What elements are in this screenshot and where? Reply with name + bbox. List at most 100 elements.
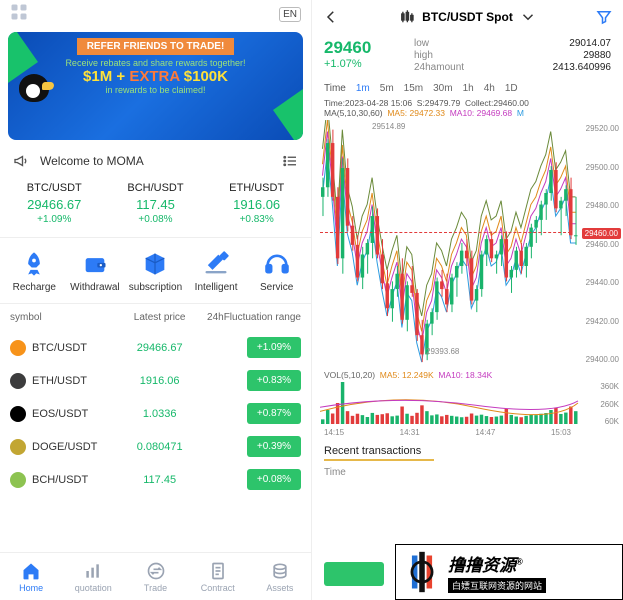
watermark-title: 撸撸资源®: [448, 551, 546, 576]
time-axis: 14:1514:3114:4715:03: [312, 426, 623, 441]
tab-quotation[interactable]: quotation: [62, 553, 124, 600]
chart-low-label: 29393.68: [426, 347, 459, 356]
action-service[interactable]: Service: [249, 250, 305, 293]
stat-value: 2413.640996: [513, 62, 612, 73]
market-row[interactable]: EOS/USDT 1.0336 +0.87%: [0, 397, 311, 430]
coin-icon: [10, 406, 26, 422]
coin-icon: [10, 340, 26, 356]
market-list: BTC/USDT 29466.67 +1.09% ETH/USDT 1916.0…: [0, 331, 311, 552]
tab-assets[interactable]: Assets: [249, 553, 311, 600]
pair-title[interactable]: BTC/USDT Spot: [398, 8, 537, 26]
ma-indicator-row: Time:2023-04-28 15:06 S:29479.79 Collect…: [312, 96, 623, 120]
th-symbol: symbol: [10, 312, 118, 323]
market-row[interactable]: BTC/USDT 29466.67 +1.09%: [0, 331, 311, 364]
timeframe-1m[interactable]: 1m: [356, 83, 370, 94]
recent-row-badge: [324, 562, 384, 586]
stat-value: 29014.07: [513, 38, 612, 49]
price-change: +1.07%: [324, 58, 414, 70]
volume-chart[interactable]: 360K 260K 60K: [320, 382, 621, 426]
vol-y-tick: 60K: [577, 417, 619, 426]
table-header: symbol Latest price 24hFluctuation range: [0, 304, 311, 331]
market-row[interactable]: DOGE/USDT 0.080471 +0.39%: [0, 430, 311, 463]
quick-actions: Recharge Withdrawal subscription Intelli…: [0, 238, 311, 304]
watermark-logo-icon: [400, 550, 444, 594]
top-tickers: BTC/USDT29466.67+1.09% BCH/USDT117.45+0.…: [0, 176, 311, 238]
timeframe-4h[interactable]: 4h: [484, 83, 495, 94]
coin-icon: [10, 373, 26, 389]
vol-y-tick: 360K: [577, 382, 619, 391]
change-badge: +1.09%: [247, 337, 301, 358]
bottom-tabbar: Home quotation Trade Contract Assets: [0, 552, 311, 600]
market-row[interactable]: BCH/USDT 117.45 +0.08%: [0, 463, 311, 496]
banner-ribbon: REFER FRIENDS TO TRADE!: [77, 38, 235, 55]
home-icon: [21, 561, 41, 581]
timeframe-1h[interactable]: 1h: [463, 83, 474, 94]
y-tick: 29420.00: [571, 317, 619, 326]
top-ticker[interactable]: BCH/USDT117.45+0.08%: [127, 182, 183, 225]
stat-value: 29880: [513, 50, 612, 61]
action-withdrawal[interactable]: Withdrawal: [67, 250, 123, 293]
x-tick: 15:03: [551, 428, 571, 437]
tab-contract[interactable]: Contract: [187, 553, 249, 600]
recent-table-header: Time: [312, 463, 623, 482]
watermark-overlay: 撸撸资源® 白嫖互联网资源的网站: [395, 544, 623, 600]
timeframe-5m[interactable]: 5m: [380, 83, 394, 94]
app-logo-icon[interactable]: [10, 3, 28, 26]
wallet-icon: [81, 250, 109, 278]
coin-icon: [10, 472, 26, 488]
y-tick: 29480.00: [571, 201, 619, 210]
banner-amount: $1M + EXTRA $100K: [8, 68, 303, 85]
cube-icon: [141, 250, 169, 278]
banner-subtitle: Receive rebates and share rewards togeth…: [8, 58, 303, 68]
bars-icon: [83, 561, 103, 581]
action-intelligent[interactable]: Intelligent: [188, 250, 244, 293]
language-button[interactable]: EN: [279, 7, 301, 22]
y-tick: 29400.00: [571, 355, 619, 364]
recent-transactions-header[interactable]: Recent transactions: [312, 441, 623, 463]
y-tick: 29520.00: [571, 124, 619, 133]
filter-icon[interactable]: [595, 8, 613, 26]
chart-high-label: 29514.89: [372, 122, 405, 131]
action-recharge[interactable]: Recharge: [6, 250, 62, 293]
chevron-down-icon: [519, 8, 537, 26]
candles-icon: [398, 8, 416, 26]
list-icon[interactable]: [281, 152, 299, 170]
chart-topbar: BTC/USDT Spot: [312, 0, 623, 34]
top-ticker[interactable]: ETH/USDT1916.06+0.83%: [229, 182, 284, 225]
tab-home[interactable]: Home: [0, 553, 62, 600]
candlestick-chart[interactable]: 29520.00 29500.00 29480.00 29460.00 29440.00…: [320, 120, 621, 368]
hammer-icon: [202, 250, 230, 278]
watermark-subtitle: 白嫖互联网资源的网站: [448, 578, 546, 593]
timeframe-15m[interactable]: 15m: [404, 83, 423, 94]
change-badge: +0.87%: [247, 403, 301, 424]
chart-screen: BTC/USDT Spot 29460 +1.07% low29014.07hi…: [312, 0, 623, 600]
vol-y-tick: 260K: [577, 400, 619, 409]
timeframe-1D[interactable]: 1D: [505, 83, 518, 94]
th-change: 24hFluctuation range: [201, 312, 301, 323]
stat-label: low: [414, 38, 513, 49]
promo-banner[interactable]: REFER FRIENDS TO TRADE! Receive rebates …: [8, 32, 303, 140]
th-price: Latest price: [118, 312, 201, 323]
assets-icon: [270, 561, 290, 581]
timeframe-label: Time: [324, 83, 346, 94]
stat-label: high: [414, 50, 513, 61]
change-badge: +0.83%: [247, 370, 301, 391]
banner-footer: in rewards to be claimed!: [8, 85, 303, 95]
back-icon[interactable]: [322, 8, 340, 26]
tab-trade[interactable]: Trade: [124, 553, 186, 600]
y-tick: 29500.00: [571, 163, 619, 172]
timeframe-30m[interactable]: 30m: [433, 83, 452, 94]
change-badge: +0.39%: [247, 436, 301, 457]
last-price: 29460: [324, 38, 414, 58]
price-line: [320, 232, 571, 233]
action-subscription[interactable]: subscription: [127, 250, 183, 293]
news-ticker[interactable]: Welcome to MOMA: [0, 146, 311, 176]
market-row[interactable]: ETH/USDT 1916.06 +0.83%: [0, 364, 311, 397]
megaphone-icon: [12, 152, 30, 170]
top-ticker[interactable]: BTC/USDT29466.67+1.09%: [27, 182, 82, 225]
stat-label: 24hamount: [414, 62, 513, 73]
timeframe-bar: Time 1m 5m 15m 30m 1h 4h 1D: [312, 79, 623, 96]
y-tick: 29440.00: [571, 278, 619, 287]
y-tick: 29460.00: [571, 240, 619, 249]
quote-panel: 29460 +1.07% low29014.07high2988024hamou…: [312, 34, 623, 79]
